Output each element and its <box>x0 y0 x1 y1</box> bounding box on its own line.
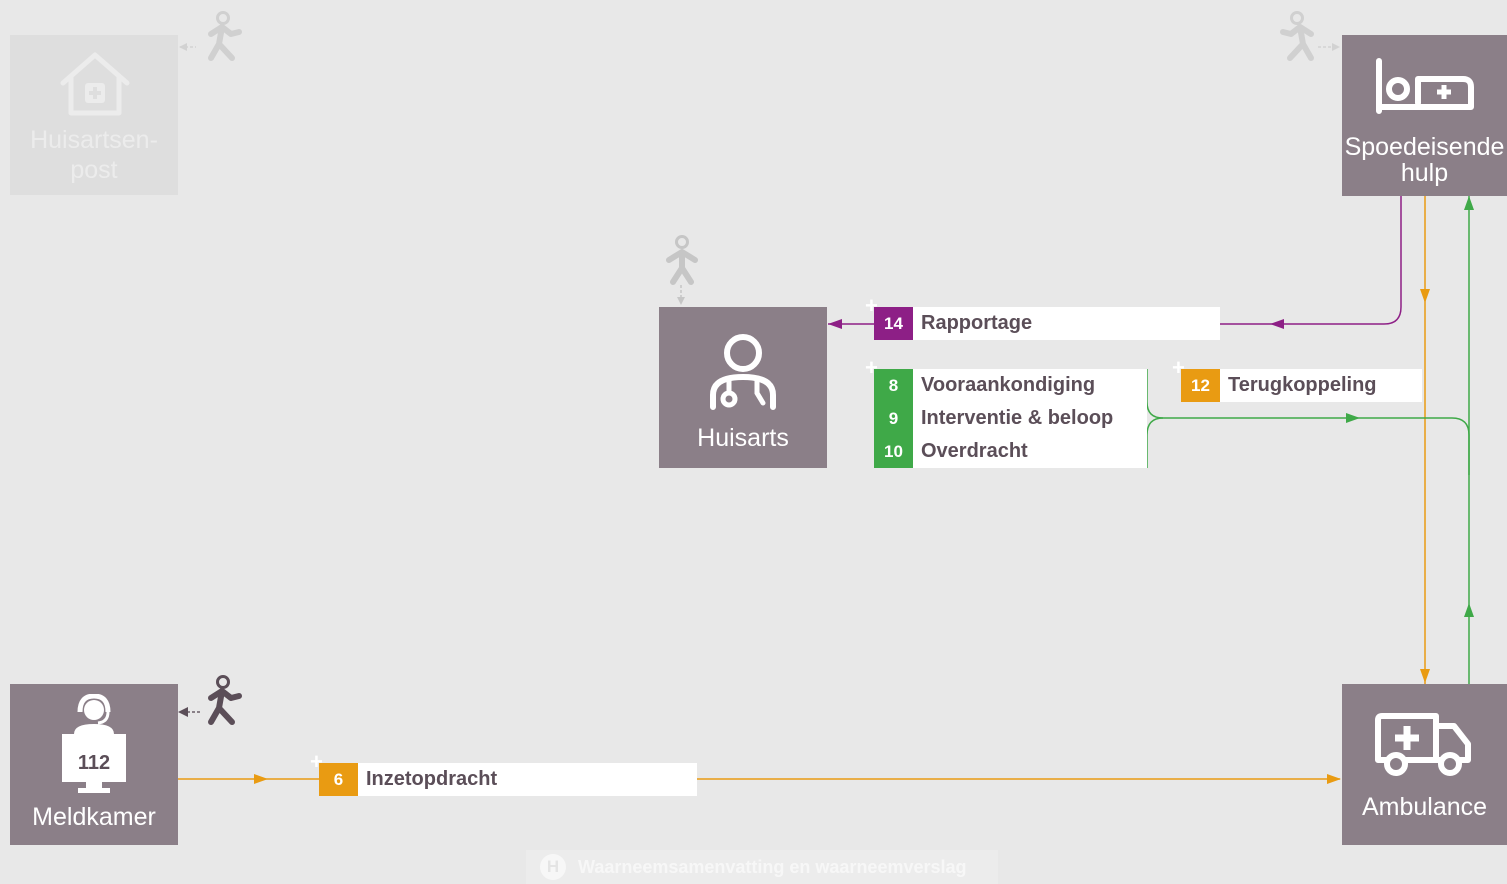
green-arrow-horizontal <box>1346 413 1360 423</box>
rapportage-arrow-mid <box>1270 319 1284 329</box>
message-label: Vooraankondiging <box>921 374 1096 396</box>
message-number-badge: 6 <box>319 763 358 796</box>
message-terugkoppeling[interactable]: 12 Terugkoppeling <box>1181 369 1422 402</box>
dispatcher-icon <box>62 694 126 793</box>
node-huisartsenpost: Huisartsen- post <box>10 35 178 195</box>
patient-walking-icon <box>208 675 242 725</box>
inzetopdracht-arrow-end <box>1327 774 1341 784</box>
node-spoedeisende-hulp: Spoedeisende hulp <box>1342 35 1507 196</box>
node-label: Huisartsen- <box>30 126 158 154</box>
doctor-icon <box>710 334 776 410</box>
message-number-badge: 10 <box>874 435 913 468</box>
node-label: hulp <box>1400 159 1449 187</box>
plus-icon: + <box>865 355 878 380</box>
message-interventie[interactable]: 9 Interventie & beloop <box>874 402 1147 435</box>
message-number-badge: 9 <box>874 402 913 435</box>
node-huisarts: Huisarts <box>659 307 827 468</box>
message-inzetopdracht[interactable]: 6 Inzetopdracht <box>319 763 697 796</box>
message-number-badge: 12 <box>1181 369 1220 402</box>
ambulance-icon <box>1375 713 1471 776</box>
message-label: Terugkoppeling <box>1228 374 1377 396</box>
message-vooraankondiging[interactable]: 8 Vooraankondiging <box>874 369 1147 402</box>
node-label: post <box>70 156 118 184</box>
legend-label: Waarneemsamenvatting en waarneemverslag <box>578 856 967 877</box>
message-number-badge: 14 <box>874 307 913 340</box>
node-label: Meldkamer <box>32 803 156 831</box>
terugkoppeling-arrow-end <box>1420 669 1430 683</box>
h-badge-icon: H <box>540 854 566 880</box>
patient-walking-icon <box>1280 11 1314 61</box>
message-label: Interventie & beloop <box>921 407 1114 429</box>
rapportage-arrow-end <box>828 319 842 329</box>
node-label: Ambulance <box>1361 793 1488 821</box>
green-bracket-lower <box>1146 417 1164 468</box>
message-rapportage[interactable]: 14 Rapportage <box>874 307 1220 340</box>
node-meldkamer: 112 Meldkamer <box>10 684 178 845</box>
green-arrow-mid <box>1464 603 1474 617</box>
node-ambulance: Ambulance <box>1342 684 1507 845</box>
plus-icon: + <box>1172 355 1185 380</box>
message-overdracht[interactable]: 10 Overdracht <box>874 435 1147 468</box>
plus-icon: + <box>865 293 878 318</box>
patient-walking-icon <box>208 11 242 61</box>
patient-walking-icon <box>666 235 698 285</box>
green-arrow-end <box>1464 196 1474 210</box>
hospital-bed-icon <box>1376 58 1474 114</box>
rapportage-line <box>828 196 1402 325</box>
legend-waarneem: H Waarneemsamenvatting en waarneemversla… <box>526 850 998 884</box>
message-label: Overdracht <box>921 440 1028 462</box>
node-label: Huisarts <box>697 424 789 452</box>
inzetopdracht-arrow-mid <box>254 774 268 784</box>
house-icon <box>60 52 130 116</box>
message-group-green: 8 Vooraankondiging 9 Interventie & beloo… <box>874 369 1147 468</box>
message-label: Rapportage <box>921 312 1033 334</box>
message-label: Inzetopdracht <box>366 768 498 790</box>
plus-icon: + <box>310 749 323 774</box>
screen-text: 112 <box>77 752 111 774</box>
message-number-badge: 8 <box>874 369 913 402</box>
terugkoppeling-arrow-mid <box>1420 289 1430 303</box>
